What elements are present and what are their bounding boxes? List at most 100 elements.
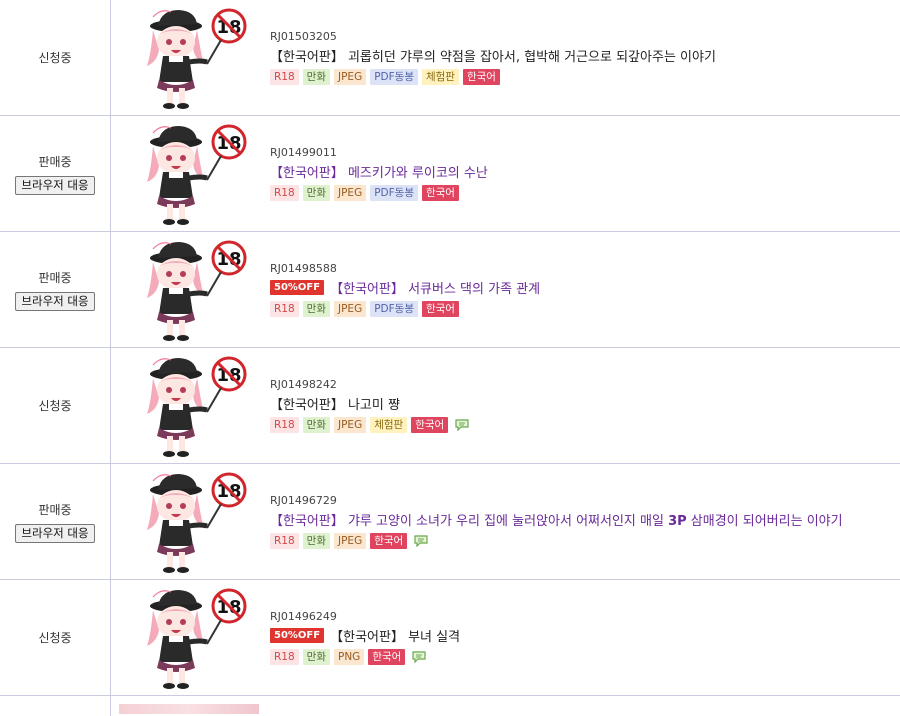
works-list: 신청중 18 RJ01503205 【한국어판】 괴롭히던 갸루의 약점을 잡아… <box>0 0 900 716</box>
thumbnail[interactable]: 18 <box>131 352 251 460</box>
tag-badge: 한국어 <box>411 417 449 433</box>
sale-badge: 50%OFF <box>270 628 325 643</box>
title-line: 【한국어판】 갸루 고양이 소녀가 우리 집에 눌러앉아서 어쩌서인지 매일 3… <box>270 510 843 529</box>
thumbnail[interactable]: 18 <box>131 4 251 112</box>
chat-icon <box>455 419 469 432</box>
thumbnail[interactable] <box>119 704 259 714</box>
status-text: 신청중 <box>38 51 72 65</box>
browser-support-button[interactable]: 브라우저 대응 <box>15 291 95 311</box>
work-row: 판매중브라우저 대응 18 RJ01498588 50%OFF 【한국어판】 서큐… <box>0 232 900 348</box>
tag-badge: 체험판 <box>421 69 459 85</box>
status-text: 신청중 <box>38 631 72 645</box>
tag-badge: PNG <box>334 649 365 665</box>
age-restricted-mascot-icon: 18 <box>147 472 247 573</box>
tag-badge: R18 <box>270 301 299 317</box>
work-id: RJ01499011 <box>270 146 337 159</box>
title-line: 50%OFF 【한국어판】 부녀 실격 <box>270 626 460 645</box>
tag-list: R18 만화 PNG 한국어 <box>270 649 460 665</box>
work-row: 판매중브라우저 대응 18 RJ01496729 【한국어판】 갸루 고양이 소… <box>0 464 900 580</box>
age-restricted-mascot-icon: 18 <box>147 356 247 457</box>
work-row <box>0 696 900 716</box>
title-line: 【한국어판】 나고미 쨩 <box>270 394 469 413</box>
status-cell: 판매중브라우저 대응 <box>0 464 111 579</box>
age-restricted-mascot-icon: 18 <box>147 8 247 109</box>
tag-badge: JPEG <box>334 417 367 433</box>
tag-badge: R18 <box>270 533 299 549</box>
work-id: RJ01498588 <box>270 262 337 275</box>
tag-badge: 만화 <box>302 69 330 85</box>
tag-badge: 한국어 <box>421 301 459 317</box>
tag-badge: 한국어 <box>368 649 406 665</box>
thumbnail[interactable]: 18 <box>131 236 251 344</box>
tag-badge: 한국어 <box>370 533 408 549</box>
tag-list: R18 만화 JPEG PDF동봉 체험판 한국어 <box>270 69 716 85</box>
tag-badge: JPEG <box>334 301 367 317</box>
work-row: 신청중 18 RJ01498242 【한국어판】 나고미 쨩 R18만화JPEG… <box>0 348 900 464</box>
work-id: RJ01503205 <box>270 30 337 43</box>
age-restricted-mascot-icon: 18 <box>147 124 247 225</box>
title-line: 50%OFF 【한국어판】 서큐버스 댁의 가족 관계 <box>270 278 540 297</box>
work-title: 【한국어판】 부녀 실격 <box>330 630 461 645</box>
tag-badge: 만화 <box>302 533 330 549</box>
work-row: 신청중 18 RJ01503205 【한국어판】 괴롭히던 갸루의 약점을 잡아… <box>0 0 900 116</box>
browser-support-button[interactable]: 브라우저 대응 <box>15 175 95 195</box>
status-text: 판매중 <box>38 154 72 169</box>
work-info: RJ01496249 50%OFF 【한국어판】 부녀 실격 R18 만화 PNG 한국… <box>251 580 460 695</box>
browser-support-button[interactable]: 브라우저 대응 <box>15 523 95 543</box>
thumbnail[interactable]: 18 <box>131 584 251 692</box>
tag-badge: PDF동봉 <box>370 301 418 317</box>
age-restricted-mascot-icon: 18 <box>147 588 247 689</box>
status-text: 신청중 <box>38 399 72 413</box>
work-info: RJ01498588 50%OFF 【한국어판】 서큐버스 댁의 가족 관계 R1… <box>251 232 540 347</box>
tag-badge: R18 <box>270 69 299 85</box>
tag-badge: 만화 <box>302 417 330 433</box>
work-id: RJ01496249 <box>270 610 337 623</box>
title-line: 【한국어판】 메즈키가와 루이코의 수난 <box>270 162 488 181</box>
thumbnail[interactable]: 18 <box>131 468 251 576</box>
status-cell: 판매중브라우저 대응 <box>0 116 111 231</box>
work-row: 신청중 18 RJ01496249 50%OFF 【한국어판】 부녀 실격 R18… <box>0 580 900 696</box>
chat-icon <box>412 651 426 664</box>
tag-badge: 체험판 <box>370 417 408 433</box>
tag-list: R18 만화 JPEG PDF동봉 한국어 <box>270 301 540 317</box>
work-title[interactable]: 【한국어판】 서큐버스 댁의 가족 관계 <box>330 278 540 297</box>
work-title: 【한국어판】 나고미 쨩 <box>270 398 400 413</box>
tag-badge: JPEG <box>334 69 367 85</box>
tag-badge: 만화 <box>302 301 330 317</box>
work-info: RJ01499011 【한국어판】 메즈키가와 루이코의 수난 R18 만화 JPE… <box>251 116 488 231</box>
thumbnail[interactable]: 18 <box>131 120 251 228</box>
tag-badge: JPEG <box>334 533 367 549</box>
sale-badge: 50%OFF <box>270 280 325 295</box>
status-text: 판매중 <box>38 502 72 517</box>
status-text: 판매중 <box>38 270 72 285</box>
work-title: 【한국어판】 괴롭히던 갸루의 약점을 잡아서, 협박해 거근으로 되갚아주는 … <box>270 50 716 65</box>
tag-badge: 만화 <box>302 649 330 665</box>
work-row: 판매중브라우저 대응 18 RJ01499011 【한국어판】 메즈키가와 루이… <box>0 116 900 232</box>
tag-list: R18 만화 JPEG 체험판 한국어 <box>270 417 469 433</box>
work-title[interactable]: 【한국어판】 갸루 고양이 소녀가 우리 집에 눌러앉아서 어쩌서인지 매일 3… <box>270 510 843 529</box>
tag-badge: 한국어 <box>421 185 459 201</box>
work-info: RJ01503205 【한국어판】 괴롭히던 갸루의 약점을 잡아서, 협박해 … <box>251 0 716 115</box>
tag-badge: 한국어 <box>462 69 500 85</box>
tag-badge: 만화 <box>302 185 330 201</box>
status-cell: 신청중 <box>0 580 111 695</box>
status-cell: 신청중 <box>0 0 111 115</box>
work-info: RJ01496729 【한국어판】 갸루 고양이 소녀가 우리 집에 눌러앉아서… <box>251 464 843 579</box>
work-id: RJ01496729 <box>270 494 337 507</box>
tag-badge: R18 <box>270 417 299 433</box>
tag-list: R18 만화 JPEG PDF동봉 한국어 <box>270 185 488 201</box>
tag-badge: JPEG <box>334 185 367 201</box>
tag-badge: R18 <box>270 185 299 201</box>
work-id: RJ01498242 <box>270 378 337 391</box>
tag-badge: PDF동봉 <box>370 69 418 85</box>
status-cell: 판매중브라우저 대응 <box>0 232 111 347</box>
age-restricted-mascot-icon: 18 <box>147 240 247 341</box>
work-info: RJ01498242 【한국어판】 나고미 쨩 R18 만화 JPEG 체험판 한국어 <box>251 348 469 463</box>
title-line: 【한국어판】 괴롭히던 갸루의 약점을 잡아서, 협박해 거근으로 되갚아주는 … <box>270 46 716 65</box>
status-cell: 신청중 <box>0 348 111 463</box>
tag-list: R18 만화 JPEG 한국어 <box>270 533 843 549</box>
work-title[interactable]: 【한국어판】 메즈키가와 루이코의 수난 <box>270 162 488 181</box>
tag-badge: PDF동봉 <box>370 185 418 201</box>
chat-icon <box>414 535 428 548</box>
tag-badge: R18 <box>270 649 299 665</box>
